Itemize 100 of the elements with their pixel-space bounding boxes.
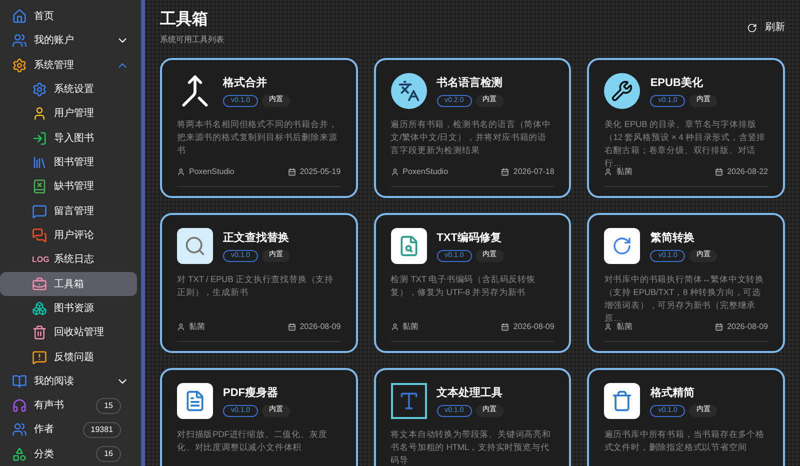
tool-description: 检测 TXT 电子书编码（含乱码反转恢复），修复为 UTF-8 并另存为新书 [390, 273, 536, 299]
text-tool-icon [390, 383, 427, 419]
menu-icon [12, 422, 27, 438]
item-label: 工具箱 [54, 278, 84, 292]
tool-date: 2025-05-19 [300, 166, 341, 178]
sidebar-item[interactable]: 工具箱 [0, 272, 137, 296]
sidebar-item[interactable]: LOG 系统日志 [0, 248, 137, 272]
sidebar-item[interactable]: 用户管理 [0, 102, 137, 126]
item-label: 图书管理 [54, 156, 94, 170]
count-badge: 19381 [82, 422, 121, 438]
sidebar-item[interactable]: 分类 16 [0, 442, 137, 466]
refresh-button[interactable]: 刷新 [747, 20, 785, 35]
tool-date: 2026-07-18 [513, 166, 554, 178]
calendar-icon [288, 168, 296, 176]
menu-icon [12, 398, 27, 414]
item-label: 分类 [34, 448, 54, 462]
sidebar-item[interactable]: 我的阅读 [0, 370, 137, 393]
tool-name: 繁简转换 [650, 230, 696, 246]
menu-icon [32, 204, 47, 219]
sidebar-item[interactable]: 我的账户 [0, 29, 137, 53]
tool-author: 黏菌 [616, 166, 632, 178]
tool-name: PDF瘦身器 [223, 386, 279, 401]
tool-description: 将文本自动转换为带段落、关键词高亮和书名号加粗的 HTML，支持实时预览与代码导 [390, 428, 552, 466]
calendar-icon [715, 323, 724, 331]
menu-icon [32, 228, 47, 243]
tool-author: 黏菌 [189, 321, 205, 333]
log-icon: LOG [32, 254, 48, 266]
tool-author: 黏菌 [616, 321, 632, 333]
menu-icon [32, 155, 47, 170]
menu-icon [32, 300, 47, 316]
count-badge: 15 [96, 398, 121, 414]
menu-icon [32, 82, 47, 98]
tool-description: 美化 EPUB 的目录、章节名与字体排版（12 套风格预设 × 4 种目录形式，含竖排右翻古籍；卷章分级、双行排版、对话行… [604, 118, 767, 166]
sidebar-item[interactable]: 反馈问题 [0, 345, 137, 369]
menu-icon [32, 276, 47, 292]
item-label: 首页 [34, 10, 54, 24]
tool-date: 2026-08-09 [300, 321, 341, 333]
tool-date: 2026-08-22 [727, 166, 768, 178]
tool-name: 格式合并 [223, 76, 268, 91]
sidebar-item[interactable]: 缺书管理 [0, 175, 137, 198]
menu-icon [12, 33, 27, 48]
sidebar-item[interactable]: 图书管理 [0, 150, 137, 174]
tool-description: 将两本书名相同但格式不同的书籍合并，把来源书的格式复制到目标书后删除来源书 [177, 118, 338, 157]
calendar-icon [715, 168, 724, 176]
item-label: 我的阅读 [34, 374, 74, 389]
file-search-icon [390, 228, 427, 264]
pdf-icon [177, 383, 213, 419]
count-badge: 16 [96, 446, 121, 462]
item-label: 用户管理 [54, 106, 94, 122]
user-icon [390, 323, 399, 331]
trash-icon [604, 383, 640, 419]
tool-name: 正文查找替换 [223, 230, 290, 246]
item-label: 系统设置 [54, 82, 94, 98]
tool-name: TXT编码修复 [436, 230, 502, 246]
sidebar-item[interactable]: 导入图书 [0, 126, 137, 150]
tool-author: 黏菌 [402, 321, 419, 333]
sidebar-item[interactable]: 回收站管理 [0, 321, 137, 344]
user-icon [177, 323, 185, 331]
tool-author: PoxenStudio [189, 166, 234, 178]
menu-icon [32, 179, 47, 194]
tool-description: 对 TXT / EPUB 正文执行查找替换（支持正则），生成新书 [177, 273, 334, 299]
item-label: 有声书 [34, 398, 64, 414]
sidebar-item[interactable]: 首页 [0, 5, 137, 28]
item-label: 系统日志 [54, 252, 94, 268]
sidebar-item[interactable]: 系统管理 [0, 54, 137, 77]
item-label: 缺书管理 [54, 180, 94, 194]
sidebar-item[interactable]: 留言管理 [0, 200, 137, 223]
tool-author: PoxenStudio [402, 166, 448, 178]
tool-name: 书名语言检测 [436, 76, 504, 91]
menu-icon [12, 446, 27, 462]
tool-name: 文本处理工具 [436, 386, 504, 401]
tool-name: 格式精简 [650, 386, 696, 401]
refresh-icon [747, 22, 757, 32]
menu-icon [32, 350, 47, 365]
tool-date: 2026-08-09 [513, 321, 554, 333]
translate-icon [390, 73, 427, 109]
convert-icon [604, 228, 640, 264]
item-label: 用户评论 [54, 228, 94, 243]
tool-date: 2026-08-09 [727, 321, 768, 333]
tool-description: 对书库中的书籍执行简体↔繁体中文转换（支持 EPUB/TXT，8 种转换方向，可选增强词表），可另存为新书（完整继承原… [604, 273, 766, 321]
menu-icon [12, 9, 27, 24]
sidebar-item[interactable]: 作者 19381 [0, 418, 137, 442]
page-subtitle: 系统可用工具列表 [160, 34, 224, 46]
calendar-icon [501, 323, 510, 331]
sidebar-item[interactable]: 用户评论 [0, 224, 137, 248]
user-icon [390, 168, 399, 176]
tool-description: 遍历所有书籍，检测书名的语言（简体中文/繁体中文/日文），并将对应书籍的语言字段更新为检测结果 [390, 118, 552, 157]
menu-icon [32, 325, 47, 340]
sidebar-item[interactable]: 图书资源 [0, 296, 137, 320]
user-icon [604, 168, 612, 176]
item-label: 我的账户 [34, 34, 74, 48]
sidebar-item[interactable]: 系统设置 [0, 78, 137, 102]
menu-icon [12, 58, 27, 73]
wrench-icon [604, 73, 640, 109]
item-label: 作者 [34, 422, 54, 438]
calendar-icon [288, 323, 296, 331]
item-label: 图书资源 [54, 302, 94, 316]
page-title: 工具箱 [160, 10, 209, 30]
menu-icon [32, 130, 47, 146]
sidebar-item[interactable]: 有声书 15 [0, 394, 137, 418]
